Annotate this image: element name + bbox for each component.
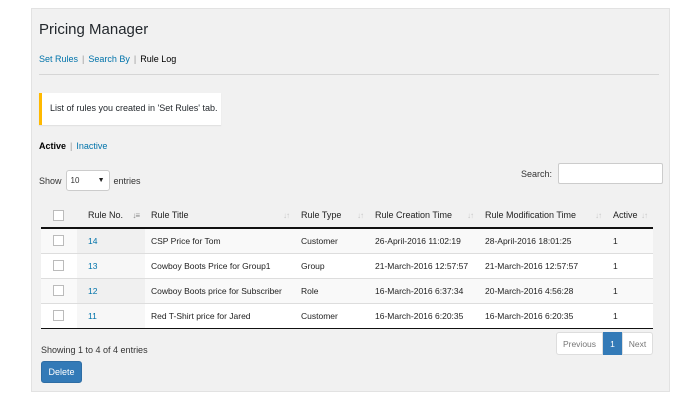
entries-select[interactable]: 10 ▼ <box>65 170 110 191</box>
rule-type-cell: Customer <box>295 302 369 329</box>
rule-created-cell: 16-March-2016 6:20:35 <box>369 302 479 329</box>
column-header-rule-modification-time[interactable]: Rule Modification Time ↓↑ <box>479 203 607 229</box>
row-checkbox[interactable] <box>53 260 64 272</box>
rule-title-cell: Red T-Shirt price for Jared <box>145 302 295 329</box>
status-separator: | <box>70 141 73 151</box>
rule-no-cell: 13 <box>77 252 145 278</box>
row-select-cell <box>41 227 77 253</box>
show-label: Show <box>39 175 62 186</box>
rule-type-cell: Customer <box>295 227 369 253</box>
notice-text: List of rules you created in 'Set Rules'… <box>50 103 218 113</box>
column-header-rule-no[interactable]: Rule No. ↓≡ <box>77 203 145 229</box>
rule-active-cell: 1 <box>607 302 653 329</box>
sort-icon: ↓↑ <box>283 211 290 220</box>
rule-modified-cell: 16-March-2016 6:20:35 <box>479 302 607 329</box>
entries-select-value: 10 <box>70 176 80 185</box>
page-1-button[interactable]: 1 <box>603 332 622 355</box>
sort-icon: ↓↑ <box>595 211 602 220</box>
rule-active-cell: 1 <box>607 227 653 253</box>
set-rules-link[interactable]: Set Rules <box>39 54 78 64</box>
rule-no-link[interactable]: 11 <box>88 311 97 321</box>
rule-no-cell: 11 <box>77 302 145 329</box>
search-input[interactable] <box>558 163 664 184</box>
rule-title-cell: Cowboy Boots Price for Group1 <box>145 252 295 278</box>
rule-created-cell: 26-April-2016 11:02:19 <box>369 227 479 253</box>
rule-no-link[interactable]: 12 <box>88 286 97 296</box>
row-select-cell <box>41 252 77 278</box>
sort-icon: ↓↑ <box>357 211 364 220</box>
rule-no-link[interactable]: 13 <box>88 261 97 271</box>
chevron-down-icon: ▼ <box>97 177 105 184</box>
table-header-row: Rule No. ↓≡ Rule Title ↓↑ Rule Type ↓↑ Rule… <box>41 203 653 229</box>
next-page-button[interactable]: Next <box>622 332 653 355</box>
select-all-cell <box>41 203 77 229</box>
row-select-cell <box>41 277 77 303</box>
search-label: Search: <box>521 168 553 179</box>
rule-type-cell: Role <box>295 277 369 303</box>
subnav-separator: | <box>133 54 137 64</box>
column-header-rule-creation-time[interactable]: Rule Creation Time ↓↑ <box>369 203 479 229</box>
column-header-rule-title[interactable]: Rule Title ↓↑ <box>145 203 295 229</box>
inactive-filter-link[interactable]: Inactive <box>76 141 107 151</box>
row-select-cell <box>41 302 77 329</box>
table-row: 12 Cowboy Boots price for Subscriber Rol… <box>41 277 653 303</box>
rule-no-cell: 12 <box>77 277 145 303</box>
rule-type-cell: Group <box>295 252 369 278</box>
sort-desc-icon: ↓≡ <box>132 211 140 220</box>
rules-table: Rule No. ↓≡ Rule Title ↓↑ Rule Type ↓↑ Rule… <box>41 203 653 329</box>
delete-button[interactable]: Delete <box>41 361 82 383</box>
rule-no-link[interactable]: 14 <box>88 236 97 246</box>
select-all-checkbox[interactable] <box>53 209 64 221</box>
subnav: Set Rules | Search By | Rule Log <box>39 54 176 64</box>
rule-modified-cell: 21-March-2016 12:57:57 <box>479 252 607 278</box>
row-checkbox[interactable] <box>53 235 64 247</box>
length-menu: Show 10 ▼ entries <box>39 170 141 191</box>
table-search: Search: <box>521 163 664 184</box>
rule-created-cell: 16-March-2016 6:37:34 <box>369 277 479 303</box>
rule-active-cell: 1 <box>607 277 653 303</box>
pagination: Previous 1 Next <box>556 332 653 355</box>
row-checkbox[interactable] <box>53 285 64 297</box>
row-checkbox[interactable] <box>53 310 64 322</box>
table-row: 11 Red T-Shirt price for Jared Customer … <box>41 302 653 329</box>
rule-modified-cell: 20-March-2016 4:56:28 <box>479 277 607 303</box>
sort-icon: ↓↑ <box>467 211 474 220</box>
column-header-rule-type[interactable]: Rule Type ↓↑ <box>295 203 369 229</box>
rule-title-cell: Cowboy Boots price for Subscriber <box>145 277 295 303</box>
subnav-separator: | <box>82 54 85 64</box>
rule-active-cell: 1 <box>607 252 653 278</box>
pricing-manager-panel: Pricing Manager Set Rules | Search By | Rule… <box>31 8 670 392</box>
sort-icon: ↓↑ <box>641 211 648 220</box>
rule-created-cell: 21-March-2016 12:57:57 <box>369 252 479 278</box>
rule-log-current: Rule Log <box>140 54 177 64</box>
active-filter-link[interactable]: Active <box>39 141 66 151</box>
column-header-active[interactable]: Active ↓↑ <box>607 203 653 229</box>
search-by-link[interactable]: Search By <box>88 54 130 64</box>
table-info: Showing 1 to 4 of 4 entries <box>41 345 148 355</box>
info-notice: List of rules you created in 'Set Rules'… <box>39 93 221 125</box>
page-title: Pricing Manager <box>39 21 149 38</box>
rule-no-cell: 14 <box>77 227 145 253</box>
table-row: 14 CSP Price for Tom Customer 26-April-2… <box>41 227 653 253</box>
entries-label: entries <box>113 175 141 186</box>
table-row: 13 Cowboy Boots Price for Group1 Group 2… <box>41 252 653 278</box>
previous-page-button[interactable]: Previous <box>556 332 603 355</box>
rule-title-cell: CSP Price for Tom <box>145 227 295 253</box>
rule-modified-cell: 28-April-2016 18:01:25 <box>479 227 607 253</box>
subnav-divider <box>39 74 659 75</box>
status-filter: Active | Inactive <box>39 141 107 151</box>
